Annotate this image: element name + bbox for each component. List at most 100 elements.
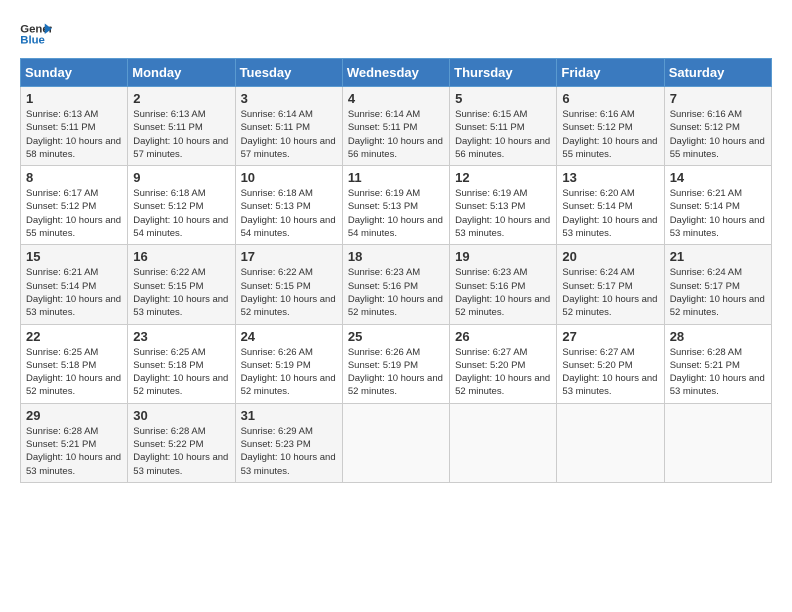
calendar-cell: 8 Sunrise: 6:17 AMSunset: 5:12 PMDaylight… [21,166,128,245]
day-of-week-header: Tuesday [235,59,342,87]
day-info: Sunrise: 6:29 AMSunset: 5:23 PMDaylight:… [241,425,337,478]
day-number: 4 [348,91,444,106]
day-info: Sunrise: 6:25 AMSunset: 5:18 PMDaylight:… [133,346,229,399]
calendar-cell: 24 Sunrise: 6:26 AMSunset: 5:19 PMDayligh… [235,324,342,403]
calendar-cell: 28 Sunrise: 6:28 AMSunset: 5:21 PMDayligh… [664,324,771,403]
day-info: Sunrise: 6:27 AMSunset: 5:20 PMDaylight:… [455,346,551,399]
day-number: 11 [348,170,444,185]
calendar-cell: 21 Sunrise: 6:24 AMSunset: 5:17 PMDayligh… [664,245,771,324]
calendar-cell: 20 Sunrise: 6:24 AMSunset: 5:17 PMDayligh… [557,245,664,324]
day-number: 14 [670,170,766,185]
calendar-cell [342,403,449,482]
day-info: Sunrise: 6:18 AMSunset: 5:12 PMDaylight:… [133,187,229,240]
day-of-week-header: Monday [128,59,235,87]
day-number: 19 [455,249,551,264]
day-info: Sunrise: 6:28 AMSunset: 5:22 PMDaylight:… [133,425,229,478]
day-of-week-header: Thursday [450,59,557,87]
day-number: 29 [26,408,122,423]
day-info: Sunrise: 6:27 AMSunset: 5:20 PMDaylight:… [562,346,658,399]
day-number: 23 [133,329,229,344]
day-info: Sunrise: 6:13 AMSunset: 5:11 PMDaylight:… [133,108,229,161]
day-number: 10 [241,170,337,185]
calendar-week: 29 Sunrise: 6:28 AMSunset: 5:21 PMDayligh… [21,403,772,482]
day-info: Sunrise: 6:14 AMSunset: 5:11 PMDaylight:… [348,108,444,161]
day-number: 20 [562,249,658,264]
svg-text:Blue: Blue [20,35,45,47]
calendar-cell: 19Sunrise: 6:23 AMSunset: 5:16 PMDayligh… [450,245,557,324]
day-of-week-header: Saturday [664,59,771,87]
day-info: Sunrise: 6:15 AMSunset: 5:11 PMDaylight:… [455,108,551,161]
day-info: Sunrise: 6:25 AMSunset: 5:18 PMDaylight:… [26,346,122,399]
day-info: Sunrise: 6:20 AMSunset: 5:14 PMDaylight:… [562,187,658,240]
day-number: 24 [241,329,337,344]
calendar-cell [557,403,664,482]
day-number: 18 [348,249,444,264]
day-number: 26 [455,329,551,344]
calendar-cell [450,403,557,482]
calendar-cell: 14 Sunrise: 6:21 AMSunset: 5:14 PMDayligh… [664,166,771,245]
day-info: Sunrise: 6:22 AMSunset: 5:15 PMDaylight:… [133,266,229,319]
calendar-cell: 12Sunrise: 6:19 AMSunset: 5:13 PMDayligh… [450,166,557,245]
day-of-week-header: Sunday [21,59,128,87]
day-info: Sunrise: 6:28 AMSunset: 5:21 PMDaylight:… [670,346,766,399]
calendar-cell: 1Sunrise: 6:13 AMSunset: 5:11 PMDaylight… [21,87,128,166]
day-info: Sunrise: 6:16 AMSunset: 5:12 PMDaylight:… [670,108,766,161]
day-number: 15 [26,249,122,264]
calendar-week: 1Sunrise: 6:13 AMSunset: 5:11 PMDaylight… [21,87,772,166]
calendar-week: 22 Sunrise: 6:25 AMSunset: 5:18 PMDayligh… [21,324,772,403]
calendar-week: 8 Sunrise: 6:17 AMSunset: 5:12 PMDaylight… [21,166,772,245]
day-number: 17 [241,249,337,264]
calendar-cell: 25Sunrise: 6:26 AMSunset: 5:19 PMDayligh… [342,324,449,403]
calendar-week: 15 Sunrise: 6:21 AMSunset: 5:14 PMDayligh… [21,245,772,324]
logo: General Blue [20,20,52,48]
day-number: 12 [455,170,551,185]
day-number: 13 [562,170,658,185]
day-number: 30 [133,408,229,423]
day-number: 16 [133,249,229,264]
day-info: Sunrise: 6:17 AMSunset: 5:12 PMDaylight:… [26,187,122,240]
day-number: 3 [241,91,337,106]
calendar-cell: 6 Sunrise: 6:16 AMSunset: 5:12 PMDaylight… [557,87,664,166]
calendar-cell: 2Sunrise: 6:13 AMSunset: 5:11 PMDaylight… [128,87,235,166]
calendar-cell: 29 Sunrise: 6:28 AMSunset: 5:21 PMDayligh… [21,403,128,482]
day-number: 6 [562,91,658,106]
day-number: 7 [670,91,766,106]
day-number: 5 [455,91,551,106]
day-number: 25 [348,329,444,344]
day-of-week-header: Friday [557,59,664,87]
calendar-cell: 18 Sunrise: 6:23 AMSunset: 5:16 PMDayligh… [342,245,449,324]
day-info: Sunrise: 6:16 AMSunset: 5:12 PMDaylight:… [562,108,658,161]
calendar-cell: 4 Sunrise: 6:14 AMSunset: 5:11 PMDaylight… [342,87,449,166]
day-number: 28 [670,329,766,344]
day-number: 27 [562,329,658,344]
calendar-cell: 27 Sunrise: 6:27 AMSunset: 5:20 PMDayligh… [557,324,664,403]
calendar-cell: 16 Sunrise: 6:22 AMSunset: 5:15 PMDayligh… [128,245,235,324]
day-info: Sunrise: 6:21 AMSunset: 5:14 PMDaylight:… [670,187,766,240]
calendar-cell: 7 Sunrise: 6:16 AMSunset: 5:12 PMDaylight… [664,87,771,166]
calendar-cell: 31 Sunrise: 6:29 AMSunset: 5:23 PMDayligh… [235,403,342,482]
day-info: Sunrise: 6:24 AMSunset: 5:17 PMDaylight:… [670,266,766,319]
calendar-cell: 15 Sunrise: 6:21 AMSunset: 5:14 PMDayligh… [21,245,128,324]
day-info: Sunrise: 6:14 AMSunset: 5:11 PMDaylight:… [241,108,337,161]
day-number: 22 [26,329,122,344]
day-info: Sunrise: 6:28 AMSunset: 5:21 PMDaylight:… [26,425,122,478]
day-info: Sunrise: 6:22 AMSunset: 5:15 PMDaylight:… [241,266,337,319]
calendar-cell: 13 Sunrise: 6:20 AMSunset: 5:14 PMDayligh… [557,166,664,245]
calendar-cell: 10 Sunrise: 6:18 AMSunset: 5:13 PMDayligh… [235,166,342,245]
day-number: 8 [26,170,122,185]
day-number: 21 [670,249,766,264]
day-number: 31 [241,408,337,423]
day-info: Sunrise: 6:18 AMSunset: 5:13 PMDaylight:… [241,187,337,240]
day-info: Sunrise: 6:23 AMSunset: 5:16 PMDaylight:… [348,266,444,319]
calendar-cell: 30 Sunrise: 6:28 AMSunset: 5:22 PMDayligh… [128,403,235,482]
day-info: Sunrise: 6:19 AMSunset: 5:13 PMDaylight:… [348,187,444,240]
calendar-table: SundayMondayTuesdayWednesdayThursdayFrid… [20,58,772,483]
calendar-cell: 17 Sunrise: 6:22 AMSunset: 5:15 PMDayligh… [235,245,342,324]
day-info: Sunrise: 6:26 AMSunset: 5:19 PMDaylight:… [241,346,337,399]
logo-icon: General Blue [20,20,52,48]
day-number: 9 [133,170,229,185]
page-header: General Blue [20,20,772,48]
day-info: Sunrise: 6:24 AMSunset: 5:17 PMDaylight:… [562,266,658,319]
calendar-cell: 3 Sunrise: 6:14 AMSunset: 5:11 PMDaylight… [235,87,342,166]
day-info: Sunrise: 6:21 AMSunset: 5:14 PMDaylight:… [26,266,122,319]
